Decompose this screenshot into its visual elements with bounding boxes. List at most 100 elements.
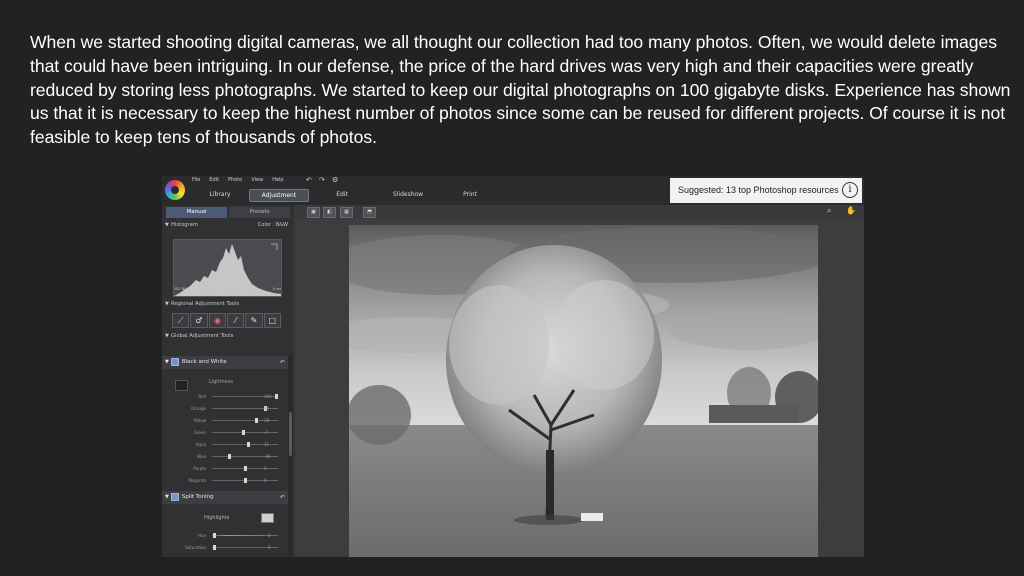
slider-knob[interactable]	[255, 418, 259, 423]
global-tools-header[interactable]: ▼ Global Adjustment Tools	[162, 331, 294, 342]
slider-track[interactable]	[212, 432, 278, 433]
reset-icon[interactable]: ↶	[280, 356, 285, 369]
slider-row-purple: Purple 0	[162, 464, 288, 473]
eye-icon[interactable]: ◉	[208, 313, 226, 328]
app-screenshot: File Edit Photo View Help ↶ ↷ ⚙ Library …	[162, 176, 864, 557]
slider-row-orange: Orange 64	[162, 404, 288, 413]
undo-icon[interactable]: ↶	[306, 176, 312, 184]
adjustment-panel: Manual Presets ▼ Histogram Color : B&W IS…	[162, 205, 294, 557]
menu-view[interactable]: View	[251, 177, 263, 183]
hue-slider-row: Hue 0	[162, 531, 288, 540]
tab-adjustment[interactable]: Adjustment	[249, 189, 309, 202]
square-icon[interactable]: □	[263, 313, 281, 328]
menu-file[interactable]: File	[192, 177, 200, 183]
regional-toolbar: ⟋ ♂ ◉ ⁄ ✎ □	[172, 313, 282, 328]
slider-knob[interactable]	[247, 442, 251, 447]
photo-preview[interactable]	[349, 225, 818, 557]
stat-ev: 0 ev	[272, 286, 281, 291]
slider-value: 0	[264, 466, 267, 471]
grid-view-icon[interactable]: ▦	[340, 207, 353, 218]
slider-knob[interactable]	[243, 466, 247, 471]
slider-knob[interactable]	[228, 454, 232, 459]
view-toolbar: ▣ ◧ ▦ ⬒ ⌕ ✋	[296, 205, 864, 219]
slider-label: Orange	[191, 406, 206, 411]
highlights-color-swatch[interactable]	[261, 513, 274, 523]
highlights-label: Highlights	[204, 515, 230, 521]
slider-value: -49	[264, 454, 271, 459]
regional-tools-header[interactable]: ▼ Regional Adjustment Tools	[162, 299, 294, 310]
histogram-header[interactable]: ▼ Histogram Color : B&W	[162, 220, 294, 231]
histogram-color-mode[interactable]: Color : B&W	[258, 220, 288, 231]
split-toning-title: Split Toning	[181, 494, 214, 500]
suggestion-text: Suggested: 13 top Photoshop resources	[678, 185, 839, 195]
slider-row-green: Green -7	[162, 428, 288, 437]
slide-paragraph: When we started shooting digital cameras…	[30, 32, 1011, 148]
slider-knob[interactable]	[275, 394, 278, 399]
redo-icon[interactable]: ↷	[319, 176, 325, 184]
stat-focal: 5 mm	[201, 286, 213, 291]
slider-row-red: Red 100	[162, 392, 288, 401]
slider-row-yellow: Yellow 38	[162, 416, 288, 425]
slider-knob[interactable]	[243, 478, 247, 483]
split-toning-checkbox[interactable]	[170, 492, 179, 501]
tab-slideshow[interactable]: Slideshow	[384, 189, 432, 200]
module-tabs: Library Adjustment Edit Slideshow Print	[202, 189, 542, 202]
settings-icon[interactable]: ⚙	[332, 176, 338, 184]
tab-print[interactable]: Print	[452, 189, 488, 200]
slider-value: -7	[264, 430, 268, 435]
hand-icon[interactable]: ✋	[846, 206, 856, 215]
menu-bar: File Edit Photo View Help	[192, 177, 284, 183]
slider-value: 64	[264, 406, 270, 411]
brush-icon[interactable]: ⁄	[226, 313, 245, 328]
global-tools-title: Global Adjustment Tools	[171, 333, 234, 339]
saturation-value: 0	[268, 545, 271, 550]
slider-row-magenta: Magenta 0	[162, 476, 288, 485]
reset-icon[interactable]: ↶	[280, 491, 285, 504]
compare-view-icon[interactable]: ◧	[323, 207, 336, 218]
slider-knob[interactable]	[241, 430, 245, 435]
expand-icon: ▼	[165, 494, 169, 500]
lightness-label: Lightness	[209, 379, 233, 385]
slider-row-blue: Blue -49	[162, 452, 288, 461]
menu-photo[interactable]: Photo	[228, 177, 242, 183]
suggestion-banner[interactable]: Suggested: 13 top Photoshop resources i	[670, 178, 862, 203]
hue-knob[interactable]	[213, 533, 216, 538]
menu-help[interactable]: Help	[272, 177, 283, 183]
curve-icon[interactable]: ⟋	[172, 313, 190, 328]
panel-scrollbar[interactable]	[288, 355, 293, 557]
panel-scrollbar-thumb[interactable]	[289, 412, 292, 456]
fullscreen-icon[interactable]: ⬒	[363, 207, 376, 218]
slider-value: 0	[264, 478, 267, 483]
panel-tabs: Manual Presets	[166, 207, 292, 218]
menu-edit[interactable]: Edit	[209, 177, 219, 183]
target-adjust-button[interactable]	[175, 380, 188, 391]
stat-shutter: 1/40	[249, 286, 259, 291]
saturation-label: Saturation	[185, 545, 206, 550]
saturation-slider-row: Saturation 0	[162, 543, 288, 552]
pen-icon[interactable]: ✎	[245, 313, 263, 328]
histogram-title: Histogram	[171, 222, 198, 228]
stat-iso: ISO 80	[174, 286, 187, 291]
tab-manual[interactable]: Manual	[166, 207, 227, 218]
slider-label: Blue	[197, 454, 206, 459]
tab-edit[interactable]: Edit	[322, 189, 362, 200]
black-white-checkbox[interactable]	[170, 357, 179, 366]
zoom-icon[interactable]: ⌕	[827, 206, 831, 216]
hue-value: 0	[268, 533, 271, 538]
black-white-title: Black and White	[181, 359, 227, 365]
slider-label: Green	[193, 430, 206, 435]
dropper-icon[interactable]: ♂	[190, 313, 208, 328]
split-toning-header[interactable]: ▼ Split Toning ↶	[162, 491, 288, 504]
single-view-icon[interactable]: ▣	[307, 207, 320, 218]
info-icon[interactable]: i	[842, 182, 858, 198]
tab-presets[interactable]: Presets	[229, 207, 290, 218]
black-white-header[interactable]: ▼ Black and White ↶	[162, 356, 288, 369]
slider-label: Red	[198, 394, 206, 399]
slider-value: 11	[264, 442, 270, 447]
app-topbar: File Edit Photo View Help ↶ ↷ ⚙ Library …	[162, 176, 864, 205]
tab-library[interactable]: Library	[202, 189, 238, 200]
regional-tools-title: Regional Adjustment Tools	[171, 301, 240, 307]
slider-label: Magenta	[188, 478, 206, 483]
saturation-knob[interactable]	[213, 545, 216, 550]
hue-label: Hue	[197, 533, 206, 538]
